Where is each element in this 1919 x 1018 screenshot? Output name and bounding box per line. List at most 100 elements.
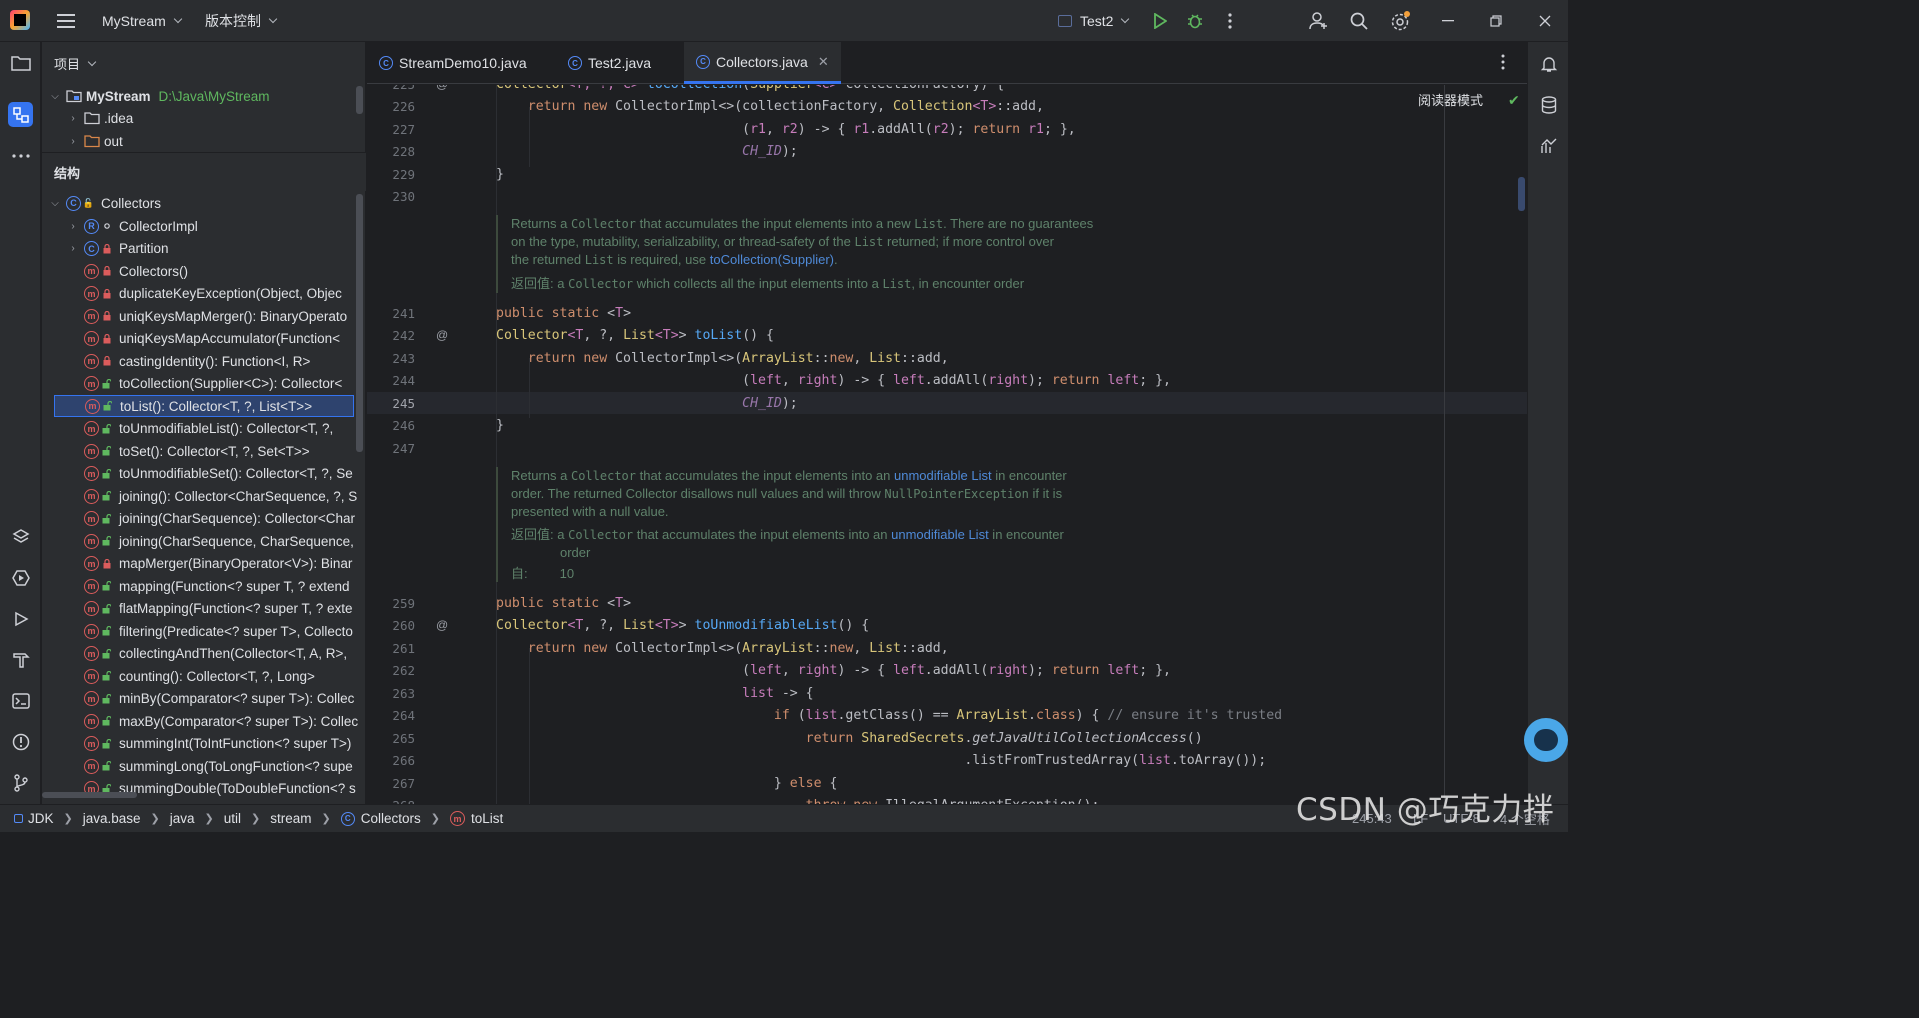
method-icon: m	[84, 376, 99, 391]
run-tool-icon[interactable]	[8, 606, 33, 631]
database-icon[interactable]	[1536, 92, 1561, 117]
breadcrumb-item[interactable]: Collectors	[361, 811, 421, 826]
line-number: 228	[392, 144, 415, 159]
collapsed-arrow-icon[interactable]: ›	[66, 221, 80, 232]
code-line: } else {	[496, 776, 838, 791]
project-folder-icon[interactable]	[8, 50, 33, 75]
structure-member-row[interactable]: m toSet(): Collector<T, ?, Set<T>>	[42, 440, 366, 462]
restore-icon[interactable]	[1488, 0, 1504, 42]
tab-options-icon[interactable]	[1501, 54, 1505, 73]
structure-member-row[interactable]: m castingIdentity(): Function<I, R>	[42, 350, 366, 372]
project-panel-header[interactable]: 项目	[42, 44, 366, 83]
expanded-arrow-icon[interactable]: ⌵	[48, 198, 62, 209]
main-menu-icon[interactable]	[53, 0, 79, 42]
structure-member-row[interactable]: m collectingAndThen(Collector<T, A, R>,	[42, 643, 366, 665]
structure-member-row[interactable]: m counting(): Collector<T, ?, Long>	[42, 665, 366, 687]
structure-member-row[interactable]: m toUnmodifiableList(): Collector<T, ?,	[42, 418, 366, 440]
collapsed-arrow-icon[interactable]: ›	[66, 113, 80, 124]
private-lock-icon	[102, 333, 111, 344]
tree-row-out[interactable]: › out	[42, 130, 366, 152]
structure-member-row[interactable]: m minBy(Comparator<? super T>): Collec	[42, 688, 366, 710]
more-icon[interactable]	[8, 143, 33, 168]
intellij-logo-icon[interactable]	[10, 10, 30, 30]
structure-member-row[interactable]: m uniqKeysMapMerger(): BinaryOperato	[42, 305, 366, 327]
structure-member-row[interactable]: m mapMerger(BinaryOperator<V>): Binar	[42, 553, 366, 575]
structure-member-row[interactable]: › C Partition	[42, 238, 366, 260]
collapsed-arrow-icon[interactable]: ›	[66, 243, 80, 254]
override-gutter-icon[interactable]: @	[436, 85, 448, 91]
add-user-icon[interactable]	[1308, 0, 1330, 42]
tab-close-icon[interactable]: ✕	[818, 54, 829, 70]
code-editor[interactable]: 225 226 227 228 229 230 241 242 243 244 …	[367, 85, 1527, 804]
structure-member-row[interactable]: m toCollection(Supplier<C>): Collector<	[42, 373, 366, 395]
minimize-icon[interactable]	[1440, 0, 1456, 42]
structure-scrollbar[interactable]	[356, 194, 363, 452]
structure-member-row[interactable]: m duplicateKeyException(Object, Objec	[42, 283, 366, 305]
expanded-arrow-icon[interactable]: ⌵	[48, 91, 62, 102]
tab-collectors[interactable]: C Collectors.java ✕	[684, 42, 841, 84]
project-scrollbar[interactable]	[356, 86, 363, 114]
editor-scrollbar[interactable]	[1518, 177, 1525, 211]
breadcrumb-item[interactable]: toList	[471, 811, 503, 826]
no-problems-check-icon[interactable]: ✔	[1508, 92, 1520, 109]
private-lock-icon	[102, 266, 111, 276]
git-icon[interactable]	[8, 770, 33, 795]
breadcrumb-item[interactable]: java.base	[83, 811, 141, 826]
structure-member-row[interactable]: m uniqKeysMapAccumulator(Function<	[42, 328, 366, 350]
settings-gear-icon[interactable]	[1389, 0, 1413, 42]
run-config-selector[interactable]: Test2	[1058, 0, 1130, 42]
structure-member-row[interactable]: m joining(CharSequence, CharSequence,	[42, 530, 366, 552]
structure-icon[interactable]	[8, 102, 33, 127]
override-gutter-icon[interactable]: @	[436, 328, 448, 342]
more-actions-icon[interactable]	[1222, 0, 1238, 42]
layers-icon[interactable]	[8, 524, 33, 549]
notifications-bell-icon[interactable]	[1536, 51, 1561, 76]
tab-streamdemo10[interactable]: C StreamDemo10.java	[367, 42, 539, 84]
breadcrumb-item[interactable]: JDK	[28, 811, 54, 826]
services-icon[interactable]	[8, 565, 33, 590]
search-icon[interactable]	[1348, 0, 1370, 42]
ai-assistant-bubble-icon[interactable]	[1524, 718, 1568, 762]
breadcrumb-item[interactable]: stream	[270, 811, 311, 826]
project-name: MyStream	[102, 13, 166, 29]
structure-member-row[interactable]: m summingInt(ToIntFunction<? super T>)	[42, 733, 366, 755]
structure-class-row[interactable]: ⌵ C 🔓 Collectors	[42, 192, 366, 214]
terminal-icon[interactable]	[8, 688, 33, 713]
run-icon[interactable]	[1150, 0, 1170, 42]
structure-member-row[interactable]: m maxBy(Comparator<? super T>): Collec	[42, 710, 366, 732]
tab-test2[interactable]: C Test2.java	[556, 42, 663, 84]
collapsed-arrow-icon[interactable]: ›	[66, 136, 80, 147]
structure-member-row[interactable]: m joining(CharSequence): Collector<Char	[42, 508, 366, 530]
debug-icon[interactable]	[1185, 0, 1205, 42]
override-gutter-icon[interactable]: @	[436, 618, 448, 632]
method-icon: m	[84, 646, 99, 661]
folder-name: out	[104, 133, 123, 149]
structure-member-row[interactable]: m toList(): Collector<T, ?, List<T>>	[54, 395, 354, 417]
profiler-icon[interactable]	[1536, 133, 1561, 158]
structure-member-row[interactable]: › R CollectorImpl	[42, 215, 366, 237]
build-hammer-icon[interactable]	[8, 647, 33, 672]
doc-link[interactable]: unmodifiable List	[894, 468, 992, 483]
structure-member-row[interactable]: m flatMapping(Function<? super T, ? exte	[42, 598, 366, 620]
vcs-menu[interactable]: 版本控制	[205, 0, 278, 42]
code-line: return new CollectorImpl<>(collectionFac…	[527, 99, 1044, 114]
reader-mode-toggle[interactable]: 阅读器模式	[1418, 90, 1483, 109]
structure-member-row[interactable]: m filtering(Predicate<? super T>, Collect…	[42, 620, 366, 642]
structure-member-row[interactable]: m Collectors()	[42, 260, 366, 282]
tree-root-row[interactable]: ⌵ MyStream D:\Java\MyStream	[42, 85, 366, 107]
close-icon[interactable]	[1537, 0, 1553, 42]
method-icon: m	[84, 331, 99, 346]
problems-icon[interactable]	[8, 729, 33, 754]
breadcrumb-item[interactable]: java	[170, 811, 195, 826]
structure-member-row[interactable]: m mapping(Function<? super T, ? extend	[42, 575, 366, 597]
doc-link[interactable]: toCollection(Supplier)	[710, 252, 834, 267]
breadcrumb-separator-icon: ❯	[321, 813, 331, 825]
structure-h-scrollbar[interactable]	[42, 792, 137, 798]
doc-link[interactable]: unmodifiable List	[891, 527, 989, 542]
structure-member-row[interactable]: m toUnmodifiableSet(): Collector<T, ?, Se	[42, 463, 366, 485]
structure-member-row[interactable]: m summingLong(ToLongFunction<? supe	[42, 755, 366, 777]
structure-member-row[interactable]: m joining(): Collector<CharSequence, ?, S	[42, 485, 366, 507]
tree-row-idea[interactable]: › .idea	[42, 107, 366, 129]
breadcrumb-item[interactable]: util	[224, 811, 241, 826]
project-selector[interactable]: MyStream	[102, 0, 183, 42]
